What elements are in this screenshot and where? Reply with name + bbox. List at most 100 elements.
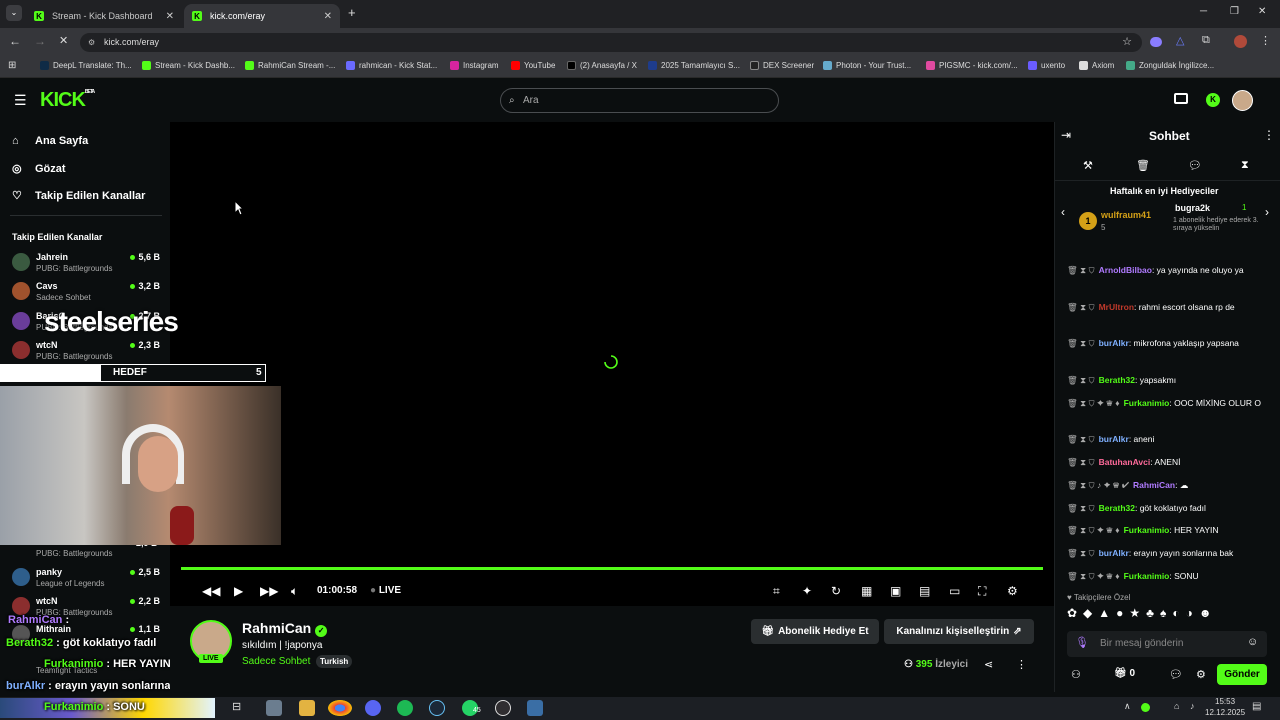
channel-item[interactable]: Jahrein PUBG: Battlegrounds 5,6 B: [12, 250, 160, 278]
users-icon[interactable]: ⚇: [1071, 668, 1081, 681]
rewind-dvr-icon[interactable]: ↻: [831, 584, 841, 598]
cast-icon[interactable]: ▤: [919, 584, 930, 598]
back-icon[interactable]: ←: [9, 34, 21, 48]
collapse-chat-icon[interactable]: ⇥: [1061, 128, 1071, 142]
tray-chevron-icon[interactable]: ∧: [1124, 701, 1131, 712]
volume-tray-icon[interactable]: ♪: [1190, 701, 1195, 711]
bookmark-dex-screener[interactable]: DEX Screener: [750, 61, 814, 70]
stats-icon[interactable]: ▦: [861, 584, 872, 598]
chat-input[interactable]: 🎙︎ Bir mesaj gönderin ☺: [1067, 631, 1267, 657]
profile-avatar-icon[interactable]: [1234, 35, 1247, 48]
nav-following[interactable]: ♡ Takip Edilen Kanallar: [12, 189, 145, 203]
chat-message[interactable]: 🗑︎ ⧗ ⛉ ♪ ✦ ♛ ✔ RahmiCan: ☁: [1067, 478, 1267, 492]
share-icon[interactable]: ⋖: [984, 658, 993, 671]
trash-icon[interactable]: 🗑︎: [1136, 159, 1150, 172]
bookmark-rahmican-stream[interactable]: RahmiCan Stream -...: [245, 61, 335, 70]
app-window-icon[interactable]: [266, 700, 282, 716]
clock-date[interactable]: 12.12.2025: [1205, 708, 1245, 717]
spotify-icon[interactable]: [397, 700, 413, 716]
kick-logo[interactable]: KICKBETA: [40, 89, 95, 112]
task-view-icon[interactable]: ⊟: [232, 700, 248, 716]
emote-row[interactable]: ✿◆▲●★♣♠◐◑☻: [1067, 606, 1267, 624]
bookmark-pigsmc[interactable]: PIGSMC - kick.com/...: [926, 61, 1018, 70]
bookmark-deepl[interactable]: DeepL Translate: Th...: [40, 61, 132, 70]
bookmark-uxento[interactable]: uxento: [1028, 61, 1065, 70]
bookmark-kick-dashboard[interactable]: Stream - Kick Dashb...: [142, 61, 235, 70]
chat-message[interactable]: 🗑︎ ⧗ ⛉ burAlkr: aneni: [1067, 432, 1267, 446]
menu-dots-icon[interactable]: ⋮: [1260, 34, 1271, 47]
close-window-icon[interactable]: ✕: [1258, 6, 1266, 17]
volume-icon[interactable]: 🔈︎: [291, 584, 298, 599]
bookmark-kick-stats[interactable]: rahmican - Kick Stat...: [346, 61, 437, 70]
emoji-icon[interactable]: ☺: [1247, 636, 1258, 648]
stream-category[interactable]: Sadece Sohbet: [242, 656, 310, 667]
chat-message[interactable]: 🗑︎ ⧗ ⛉ MrUltron: rahmi escort olsana rp d…: [1067, 300, 1267, 314]
chrome-icon[interactable]: [328, 700, 352, 716]
gift-subscription-button[interactable]: 🎁︎ Abonelik Hediye Et: [751, 619, 879, 644]
minimize-icon[interactable]: ─: [1200, 6, 1207, 17]
chat-menu-icon[interactable]: ⋮: [1263, 128, 1275, 142]
bookmark-x[interactable]: (2) Anasayfa / X: [567, 61, 637, 70]
chat-bubble-icon[interactable]: 💬︎: [1188, 159, 1202, 172]
extension-cloud-icon[interactable]: [1150, 37, 1162, 47]
bookmark-tamamlayici[interactable]: 2025 Tamamlayıcı S...: [648, 61, 740, 70]
stop-loading-icon[interactable]: ✕: [59, 34, 68, 47]
gifter1-name[interactable]: wulfraum41: [1101, 210, 1151, 220]
language-tag[interactable]: Turkish: [316, 655, 353, 668]
kick-status-icon[interactable]: K: [1206, 93, 1220, 107]
tab-kick-dashboard[interactable]: K Stream - Kick Dashboard ✕: [26, 4, 182, 28]
app-icon[interactable]: [527, 700, 543, 716]
chat-bubble-icon[interactable]: 💬︎: [1169, 668, 1183, 681]
chat-message[interactable]: 🗑︎ ⧗ ⛉ burAlkr: erayın yayın sonlarına ba…: [1067, 546, 1267, 560]
send-button[interactable]: Gönder: [1217, 664, 1267, 685]
customize-channel-button[interactable]: Kanalınızı kişiselleştirin ⇗: [884, 619, 1034, 644]
obs-icon[interactable]: [495, 700, 511, 716]
notification-icon[interactable]: ▤: [1252, 701, 1261, 712]
channel-item[interactable]: Cavs Sadece Sohbet 3,2 B: [12, 279, 160, 307]
restore-icon[interactable]: ❐: [1230, 6, 1239, 17]
video-player[interactable]: [170, 122, 1054, 606]
settings-gear-icon[interactable]: ⚙: [1007, 584, 1018, 598]
mic-icon[interactable]: 🎙︎: [1075, 636, 1089, 649]
theater-icon[interactable]: [1174, 93, 1188, 104]
progress-bar[interactable]: [181, 567, 1043, 570]
chat-message[interactable]: 🗑︎ ⧗ ⛉ ✦ ♛ ♦ Furkanimio: SONU: [1067, 569, 1267, 583]
clock-time[interactable]: 15:53: [1215, 697, 1235, 706]
file-explorer-icon[interactable]: [299, 700, 315, 716]
channel-name[interactable]: RahmiCan ✓: [242, 620, 328, 637]
sparkle-icon[interactable]: ✦: [802, 584, 812, 598]
chat-message[interactable]: 🗑︎ ⧗ ⛉ ArnoldBilbao: ya yayında ne oluyo …: [1067, 263, 1267, 277]
pip-icon[interactable]: ▣: [890, 584, 901, 598]
fullscreen-icon[interactable]: ⛶: [978, 584, 986, 599]
bookmark-instagram[interactable]: Instagram: [450, 61, 499, 70]
chat-message[interactable]: 🗑︎ ⧗ ⛉ ✦ ♛ ♦ Furkanimio: OOC MİXİNG OLUR …: [1067, 396, 1267, 410]
bookmark-photon[interactable]: Photon - Your Trust...: [823, 61, 911, 70]
tab-kick-eray[interactable]: K kick.com/eray ✕: [184, 4, 340, 28]
chat-message[interactable]: 🗑︎ ⧗ ⛉ Berath32: yapsakmı: [1067, 373, 1267, 387]
play-icon[interactable]: ▶: [234, 584, 243, 598]
prev-arrow-icon[interactable]: ‹: [1061, 205, 1065, 219]
nav-browse[interactable]: ◎ Gözat: [12, 162, 66, 176]
bookmark-zonguldak[interactable]: Zonguldak İngilizce...: [1126, 61, 1214, 70]
hourglass-icon[interactable]: ⧗: [1241, 159, 1249, 172]
channel-item[interactable]: panky League of Legends 2,5 B: [12, 565, 160, 593]
search-input[interactable]: ⌕ Ara: [500, 88, 779, 113]
theater-mode-icon[interactable]: ▭: [949, 584, 960, 598]
chat-message[interactable]: 🗑︎ ⧗ ⛉ burAlkr: mikrofona yaklaşıp yapsan…: [1067, 336, 1267, 350]
chat-message[interactable]: 🗑︎ ⧗ ⛉ Berath32: göt koklatıyo fadıl: [1067, 501, 1267, 515]
clip-icon[interactable]: ⌗: [773, 584, 780, 599]
tab-list-chevron-icon[interactable]: ⌄: [6, 5, 22, 21]
mod-hammer-icon[interactable]: ⚒: [1083, 159, 1093, 172]
bookmark-axiom[interactable]: Axiom: [1079, 61, 1114, 70]
address-bar[interactable]: ⚙ kick.com/eray ☆: [80, 33, 1142, 52]
next-arrow-icon[interactable]: ›: [1265, 205, 1269, 219]
network-icon[interactable]: ⌂: [1174, 701, 1179, 711]
more-options-icon[interactable]: ⋮: [1016, 658, 1027, 671]
bookmark-star-icon[interactable]: ☆: [1122, 33, 1132, 52]
gifter2-name[interactable]: bugra2k: [1175, 203, 1210, 213]
steam-icon[interactable]: [429, 700, 445, 716]
forward-icon[interactable]: ▶▶: [260, 584, 278, 598]
discord-icon[interactable]: [365, 700, 381, 716]
chat-message[interactable]: 🗑︎ ⧗ ⛉ BatuhanAvci: ANENİ: [1067, 455, 1267, 469]
channel-points[interactable]: 🎁︎ 0: [1114, 668, 1135, 679]
